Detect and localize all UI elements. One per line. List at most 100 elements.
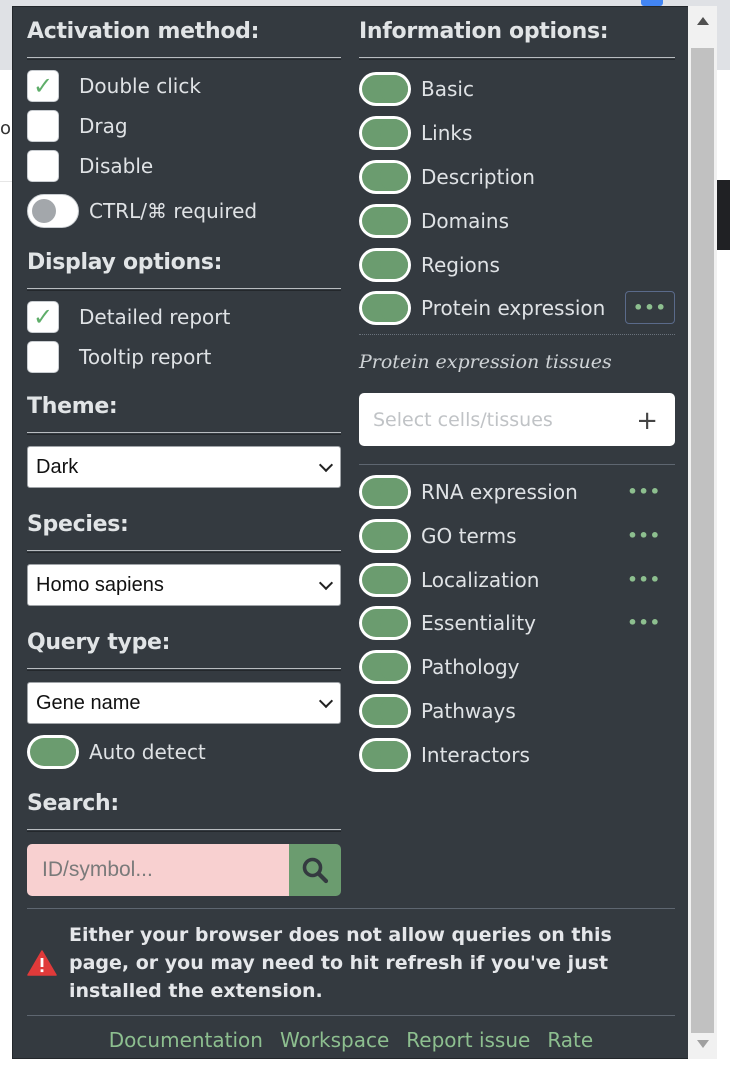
toggle-track (362, 75, 408, 103)
auto-detect-toggle[interactable] (27, 735, 79, 769)
divider (27, 550, 341, 553)
essentiality-more-icon[interactable]: ••• (627, 613, 661, 632)
toggle-label: Interactors (421, 743, 530, 767)
info-interactors-toggle[interactable] (359, 738, 411, 772)
scroll-down-button[interactable] (688, 1029, 717, 1059)
search-input[interactable]: ID/symbol... (27, 844, 289, 896)
info-basic-row[interactable]: Basic (359, 71, 675, 107)
arrow-up-icon (696, 17, 709, 25)
checkbox-disable[interactable] (27, 150, 59, 182)
option-double-click[interactable]: ✓ Double click (27, 69, 201, 103)
checkbox-double-click[interactable]: ✓ (27, 70, 59, 102)
warning-triangle-icon (27, 950, 57, 976)
species-select[interactable]: Homo sapiens (27, 564, 341, 606)
divider (27, 908, 675, 909)
background-strip (717, 180, 730, 250)
theme-value: Dark (36, 455, 79, 478)
protein-expression-more-button[interactable]: ••• (625, 291, 675, 324)
documentation-link[interactable]: Documentation (109, 1028, 263, 1052)
query-type-value: Gene name (36, 691, 141, 714)
info-description-row[interactable]: Description (359, 159, 675, 195)
info-go-terms-row[interactable]: GO terms ••• (359, 518, 675, 554)
dotted-divider (359, 334, 675, 335)
tissues-select-input[interactable]: Select cells/tissues + (359, 393, 675, 446)
go-terms-more-icon[interactable]: ••• (627, 526, 661, 545)
chevron-down-icon (318, 457, 334, 473)
rate-link[interactable]: Rate (547, 1028, 593, 1052)
checkmark-icon: ✓ (33, 303, 54, 331)
toggle-knob (32, 199, 56, 223)
info-localization-toggle[interactable] (359, 563, 411, 597)
search-button[interactable] (289, 844, 341, 896)
add-icon[interactable]: + (636, 406, 658, 436)
tissues-title: Protein expression tissues (359, 351, 612, 373)
toggle-track (30, 738, 76, 766)
theme-select[interactable]: Dark (27, 446, 341, 488)
localization-more-icon[interactable]: ••• (627, 570, 661, 589)
divider (359, 464, 675, 465)
activation-heading: Activation method: (27, 19, 260, 44)
info-interactors-row[interactable]: Interactors (359, 737, 675, 773)
query-type-select[interactable]: Gene name (27, 682, 341, 724)
option-detailed-report[interactable]: ✓ Detailed report (27, 300, 230, 334)
info-go-terms-toggle[interactable] (359, 519, 411, 553)
toggle-track (362, 251, 408, 279)
option-drag[interactable]: Drag (27, 109, 128, 143)
info-localization-row[interactable]: Localization ••• (359, 562, 675, 598)
divider (27, 668, 341, 671)
extension-popup: Activation method: ✓ Double click Drag D… (12, 6, 717, 1059)
option-tooltip-report[interactable]: Tooltip report (27, 340, 211, 374)
info-rna-expression-row[interactable]: RNA expression ••• (359, 474, 675, 510)
info-pathology-toggle[interactable] (359, 650, 411, 684)
ctrl-required-row[interactable]: CTRL/⌘ required (27, 194, 257, 228)
info-links-row[interactable]: Links (359, 115, 675, 151)
toggle-label: Regions (421, 253, 500, 277)
info-pathways-row[interactable]: Pathways (359, 693, 675, 729)
option-label: Drag (79, 114, 128, 138)
info-domains-toggle[interactable] (359, 204, 411, 238)
info-domains-row[interactable]: Domains (359, 203, 675, 239)
search-placeholder: ID/symbol... (42, 858, 153, 881)
report-issue-link[interactable]: Report issue (406, 1028, 530, 1052)
option-label: Double click (79, 74, 201, 98)
query-type-heading: Query type: (27, 630, 171, 655)
checkbox-drag[interactable] (27, 110, 59, 142)
checkbox-tooltip-report[interactable] (27, 341, 59, 373)
info-protein-expression-toggle[interactable] (359, 291, 411, 325)
info-rna-expression-toggle[interactable] (359, 475, 411, 509)
option-label: Tooltip report (79, 345, 212, 369)
rna-expression-more-icon[interactable]: ••• (627, 482, 661, 501)
toggle-track (362, 478, 408, 506)
footer-links: Documentation Workspace Report issue Rat… (27, 1028, 675, 1052)
info-essentiality-toggle[interactable] (359, 606, 411, 640)
workspace-link[interactable]: Workspace (280, 1028, 389, 1052)
ctrl-required-toggle[interactable] (27, 194, 79, 228)
auto-detect-row[interactable]: Auto detect (27, 735, 206, 769)
checkbox-detailed-report[interactable]: ✓ (27, 301, 59, 333)
toggle-label: Description (421, 165, 535, 189)
info-pathology-row[interactable]: Pathology (359, 649, 675, 685)
toggle-label: CTRL/⌘ required (89, 199, 258, 223)
scroll-thumb[interactable] (691, 48, 714, 1033)
info-description-toggle[interactable] (359, 160, 411, 194)
info-essentiality-row[interactable]: Essentiality ••• (359, 605, 675, 641)
scroll-up-button[interactable] (688, 6, 717, 36)
toggle-track (362, 207, 408, 235)
divider (359, 57, 675, 60)
toggle-label: Pathology (421, 655, 520, 679)
scrollbar[interactable] (688, 6, 717, 1059)
toggle-track (362, 163, 408, 191)
info-links-toggle[interactable] (359, 116, 411, 150)
info-protein-expression-row[interactable]: Protein expression ••• (359, 290, 675, 326)
info-regions-row[interactable]: Regions (359, 247, 675, 283)
toggle-label: Essentiality (421, 611, 536, 635)
toggle-track (362, 566, 408, 594)
toggle-label: RNA expression (421, 480, 578, 504)
option-disable[interactable]: Disable (27, 149, 153, 183)
toggle-track (362, 697, 408, 725)
info-basic-toggle[interactable] (359, 72, 411, 106)
info-pathways-toggle[interactable] (359, 694, 411, 728)
toggle-track (362, 609, 408, 637)
warning-text: Either your browser does not allow queri… (69, 924, 612, 1002)
info-regions-toggle[interactable] (359, 248, 411, 282)
